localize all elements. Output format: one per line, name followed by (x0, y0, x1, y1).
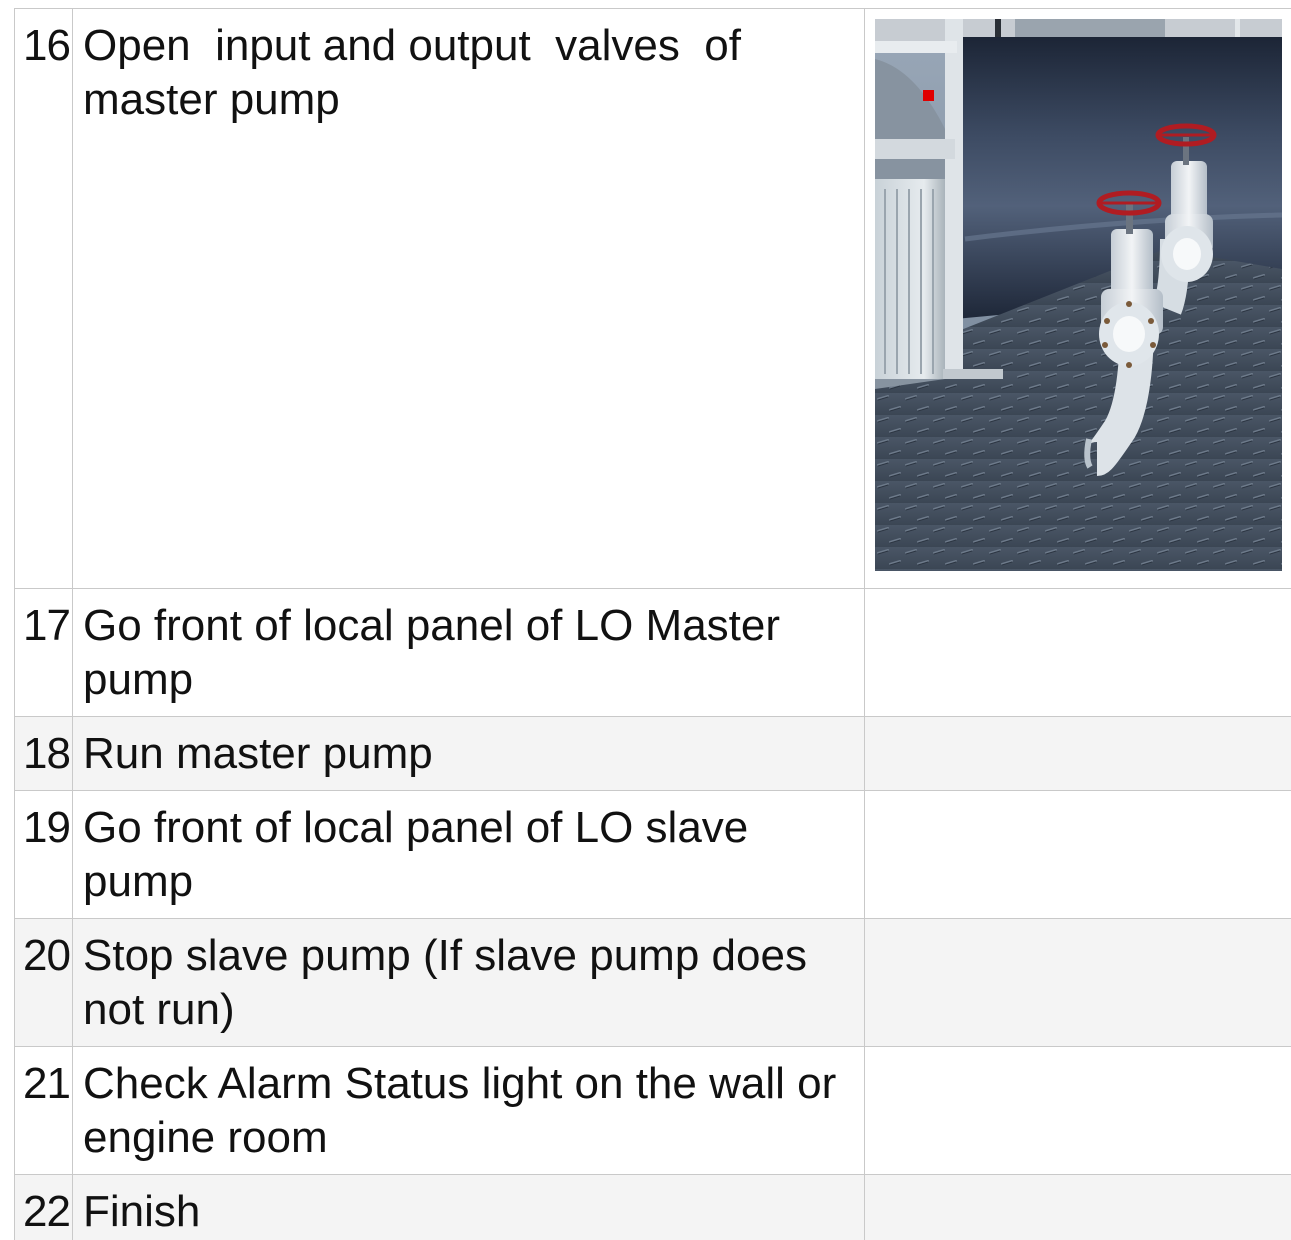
step-row-20: 20 Stop slave pump (If slave pump does n… (14, 918, 1291, 1047)
step-description: Run master pump (72, 716, 865, 791)
step-description: Finish (72, 1174, 865, 1240)
step-description: Go front of local panel of LO Master pum… (72, 588, 865, 717)
step-number: 16 (14, 8, 73, 589)
step-row-22: 22 Finish (14, 1174, 1291, 1240)
step-image-cell (864, 918, 1291, 1047)
step-row-18: 18 Run master pump (14, 716, 1291, 791)
step-description: Open input and output valves of master p… (72, 8, 865, 589)
step-image-cell (864, 8, 1291, 589)
valves-scene-image (875, 19, 1282, 571)
step-image-cell (864, 790, 1291, 919)
step-number: 21 (14, 1046, 73, 1175)
step-row-21: 21 Check Alarm Status light on the wall … (14, 1046, 1291, 1175)
step-image-cell (864, 1174, 1291, 1240)
step-number: 19 (14, 790, 73, 919)
procedure-page: 16 Open input and output valves of maste… (0, 0, 1291, 1240)
step-description: Check Alarm Status light on the wall or … (72, 1046, 865, 1175)
step-number: 17 (14, 588, 73, 717)
step-row-16: 16 Open input and output valves of maste… (14, 8, 1291, 589)
step-number: 20 (14, 918, 73, 1047)
step-image-cell (864, 1046, 1291, 1175)
step-row-19: 19 Go front of local panel of LO slave p… (14, 790, 1291, 919)
step-row-17: 17 Go front of local panel of LO Master … (14, 588, 1291, 717)
step-image-cell (864, 716, 1291, 791)
procedure-table: 16 Open input and output valves of maste… (14, 8, 1291, 1240)
step-image-cell (864, 588, 1291, 717)
step-description: Go front of local panel of LO slave pump (72, 790, 865, 919)
step-description: Stop slave pump (If slave pump does not … (72, 918, 865, 1047)
step-number: 22 (14, 1174, 73, 1240)
step-number: 18 (14, 716, 73, 791)
